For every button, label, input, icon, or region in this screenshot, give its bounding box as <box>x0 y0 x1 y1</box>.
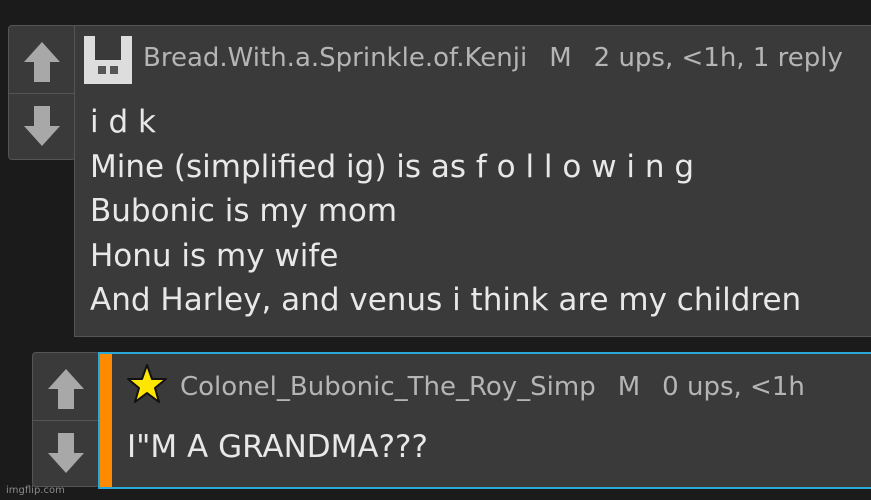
username-link[interactable]: Bread.With.a.Sprinkle.of.Kenji <box>143 43 527 73</box>
arrow-up-icon <box>24 42 60 82</box>
comment-line: Honu is my wife <box>90 237 339 274</box>
watermark: imgflip.com <box>6 485 65 496</box>
comment-line: And Harley, and venus i think are my chi… <box>90 282 802 318</box>
downvote-button[interactable] <box>33 425 99 481</box>
comment-body: I"M A GRANDMA??? <box>127 425 428 470</box>
upvote-button[interactable] <box>33 361 99 417</box>
upvote-button[interactable] <box>9 34 75 90</box>
downvote-button[interactable] <box>9 98 75 154</box>
new-reply-bar <box>100 354 112 487</box>
pixel-avatar-icon[interactable] <box>82 34 134 86</box>
arrow-down-icon <box>48 433 84 473</box>
username-link[interactable]: Colonel_Bubonic_The_Roy_Simp <box>180 372 596 402</box>
vote-box-1 <box>8 25 76 160</box>
comment-line: Bubonic is my mom <box>90 193 398 229</box>
comment-header: Colonel_Bubonic_The_Roy_Simp M 0 ups, <1h <box>180 372 827 402</box>
comment-2: Colonel_Bubonic_The_Roy_Simp M 0 ups, <1h … <box>98 352 871 489</box>
arrow-up-icon <box>48 369 84 409</box>
arrow-down-icon <box>24 106 60 146</box>
comment-meta: 2 ups, <1h, 1 reply <box>593 43 843 73</box>
comment-1: Bread.With.a.Sprinkle.of.Kenji M 2 ups, <1… <box>74 25 871 337</box>
mod-badge: M <box>549 43 572 73</box>
comment-body: i d k Mine (simplified ig) is as f o l l… <box>90 100 801 323</box>
comment-line: i d k <box>90 104 156 140</box>
comment-line: Mine (simplified ig) is as f o l l o w i… <box>90 148 695 185</box>
star-icon[interactable] <box>126 363 168 405</box>
comment-header: Bread.With.a.Sprinkle.of.Kenji M 2 ups, <1… <box>143 43 865 73</box>
comment-meta: 0 ups, <1h <box>662 372 805 402</box>
mod-badge: M <box>617 372 641 402</box>
comment-line: I"M A GRANDMA??? <box>127 429 428 465</box>
vote-box-2 <box>32 352 100 487</box>
